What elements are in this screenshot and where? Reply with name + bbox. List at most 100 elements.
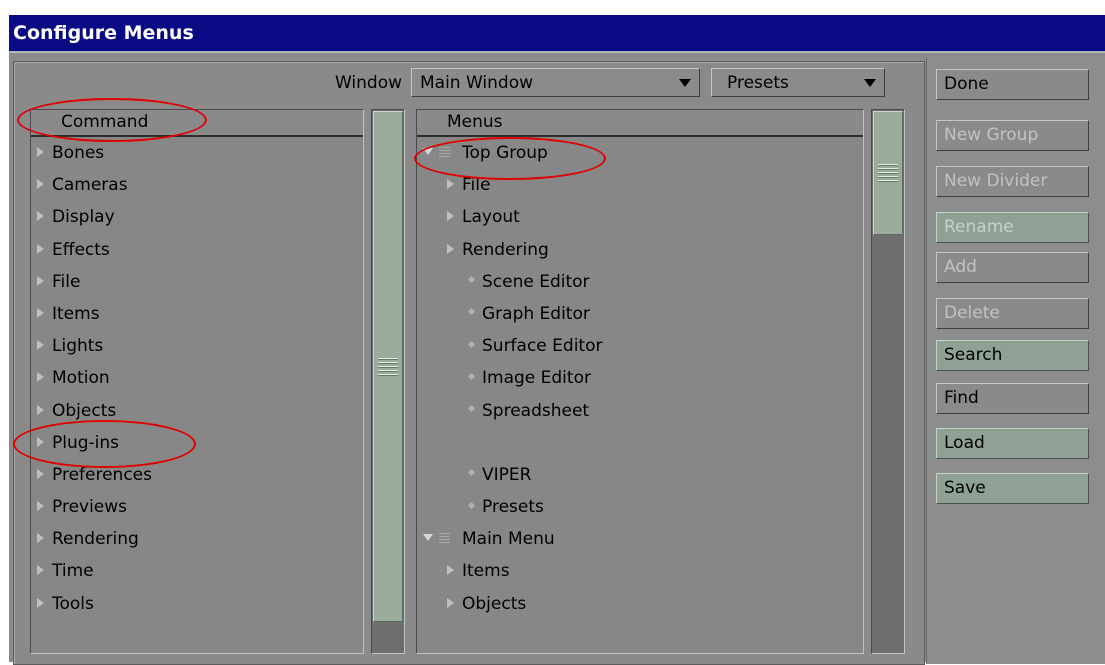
command-item-label: Display <box>52 207 115 228</box>
expand-arrow-icon[interactable] <box>37 211 44 222</box>
find-button[interactable]: Find <box>936 383 1089 414</box>
chevron-down-icon <box>864 79 876 87</box>
save-button[interactable]: Save <box>936 473 1089 504</box>
load-button[interactable]: Load <box>936 428 1089 459</box>
menu-item[interactable]: Objects <box>417 588 863 620</box>
menu-item[interactable]: Main Menu <box>417 523 863 555</box>
grip-icon <box>878 164 898 182</box>
expand-arrow-icon[interactable] <box>37 275 44 286</box>
expand-arrow-icon[interactable] <box>37 501 44 512</box>
delete-button[interactable]: Delete <box>936 298 1089 329</box>
expand-arrow-icon[interactable] <box>37 533 44 544</box>
expand-arrow-icon[interactable] <box>37 436 44 447</box>
menu-item-label: Main Menu <box>462 529 555 550</box>
menu-item[interactable]: Graph Editor <box>417 298 863 330</box>
command-scroll-thumb[interactable] <box>373 111 403 622</box>
window-select-value: Main Window <box>420 73 534 93</box>
command-bullet-icon <box>467 469 476 477</box>
menu-item-label: Top Group <box>462 143 548 163</box>
menu-item-label: Layout <box>462 207 520 228</box>
expand-arrow-icon[interactable] <box>37 179 44 190</box>
window-title: Configure Menus <box>9 15 1105 51</box>
expand-arrow-icon[interactable] <box>447 243 454 254</box>
window-select[interactable]: Main Window <box>411 68 700 97</box>
menus-list-header[interactable]: Menus <box>417 110 863 137</box>
command-item[interactable]: Rendering <box>31 523 363 555</box>
menu-item-label: Graph Editor <box>482 303 590 324</box>
new-group-button[interactable]: New Group <box>936 120 1089 151</box>
command-item[interactable]: Plug-ins <box>31 427 363 459</box>
menu-item[interactable]: Top Group <box>417 137 863 169</box>
command-item-label: Previews <box>52 497 128 518</box>
command-list[interactable]: Command Bones Cameras Display Effects File It… <box>30 109 364 654</box>
command-item-label: Tools <box>52 593 94 614</box>
command-item[interactable]: Cameras <box>31 169 363 201</box>
expand-arrow-icon[interactable] <box>37 468 44 479</box>
command-bullet-icon <box>467 308 476 316</box>
add-button[interactable]: Add <box>936 252 1089 283</box>
command-bullet-icon <box>467 276 476 284</box>
command-item-label: Motion <box>52 368 110 389</box>
expand-arrow-icon[interactable] <box>37 597 44 608</box>
expand-arrow-icon[interactable] <box>447 179 454 190</box>
command-item[interactable]: Previews <box>31 491 363 523</box>
command-item-label: Bones <box>52 143 105 163</box>
command-item[interactable]: File <box>31 266 363 298</box>
chevron-down-icon <box>679 79 691 87</box>
menu-item[interactable]: Layout <box>417 201 863 233</box>
command-scrollbar[interactable] <box>371 109 405 654</box>
expand-arrow-icon[interactable] <box>37 565 44 576</box>
command-item[interactable]: Preferences <box>31 459 363 491</box>
collapse-arrow-icon[interactable] <box>423 533 433 541</box>
expand-arrow-icon[interactable] <box>37 147 44 157</box>
rename-button[interactable]: Rename <box>936 212 1089 243</box>
menu-item[interactable]: Rendering <box>417 234 863 266</box>
search-button[interactable]: Search <box>936 340 1089 371</box>
menu-item[interactable]: Image Editor <box>417 362 863 394</box>
menus-list[interactable]: Menus Top Group File Layout Rendering Scene … <box>416 109 864 654</box>
menu-item-label: Image Editor <box>482 368 591 389</box>
menu-item[interactable]: File <box>417 169 863 201</box>
menu-item-label: Surface Editor <box>482 336 603 357</box>
command-item[interactable]: Items <box>31 298 363 330</box>
command-item[interactable]: Effects <box>31 234 363 266</box>
command-list-header[interactable]: Command <box>31 110 363 137</box>
command-item[interactable]: Display <box>31 201 363 233</box>
expand-arrow-icon[interactable] <box>37 243 44 254</box>
expand-arrow-icon[interactable] <box>447 597 454 608</box>
expand-arrow-icon[interactable] <box>447 211 454 222</box>
new-divider-button[interactable]: New Divider <box>936 166 1089 197</box>
menu-item-label: Spreadsheet <box>482 400 590 421</box>
command-item[interactable]: Motion <box>31 362 363 394</box>
menu-item[interactable]: Scene Editor <box>417 266 863 298</box>
menus-scroll-thumb[interactable] <box>873 111 903 235</box>
command-item-label: Effects <box>52 239 110 260</box>
command-item[interactable]: Time <box>31 555 363 587</box>
command-item[interactable]: Lights <box>31 330 363 362</box>
expand-arrow-icon[interactable] <box>37 307 44 318</box>
expand-arrow-icon[interactable] <box>37 372 44 383</box>
command-item[interactable]: Tools <box>31 588 363 620</box>
menu-divider[interactable] <box>417 427 863 459</box>
command-item-label: Objects <box>52 400 117 421</box>
presets-select-value: Presets <box>727 73 789 93</box>
configure-menus-window: Configure Menus Window Main Window Prese… <box>9 15 1105 665</box>
menus-scrollbar[interactable] <box>871 109 905 654</box>
expand-arrow-icon[interactable] <box>37 340 44 351</box>
command-item[interactable]: Objects <box>31 395 363 427</box>
command-bullet-icon <box>467 340 476 348</box>
command-item-label: Cameras <box>52 175 128 196</box>
menu-item[interactable]: Surface Editor <box>417 330 863 362</box>
menu-item[interactable]: Spreadsheet <box>417 395 863 427</box>
command-bullet-icon <box>467 372 476 380</box>
expand-arrow-icon[interactable] <box>447 565 454 576</box>
done-button[interactable]: Done <box>936 69 1089 100</box>
menu-item[interactable]: Presets <box>417 491 863 523</box>
collapse-arrow-icon[interactable] <box>423 147 433 155</box>
expand-arrow-icon[interactable] <box>37 404 44 415</box>
command-item-label: Time <box>52 561 94 582</box>
command-item[interactable]: Bones <box>31 137 363 169</box>
presets-select[interactable]: Presets <box>711 68 885 97</box>
menu-item[interactable]: Items <box>417 555 863 587</box>
menu-item[interactable]: VIPER <box>417 459 863 491</box>
